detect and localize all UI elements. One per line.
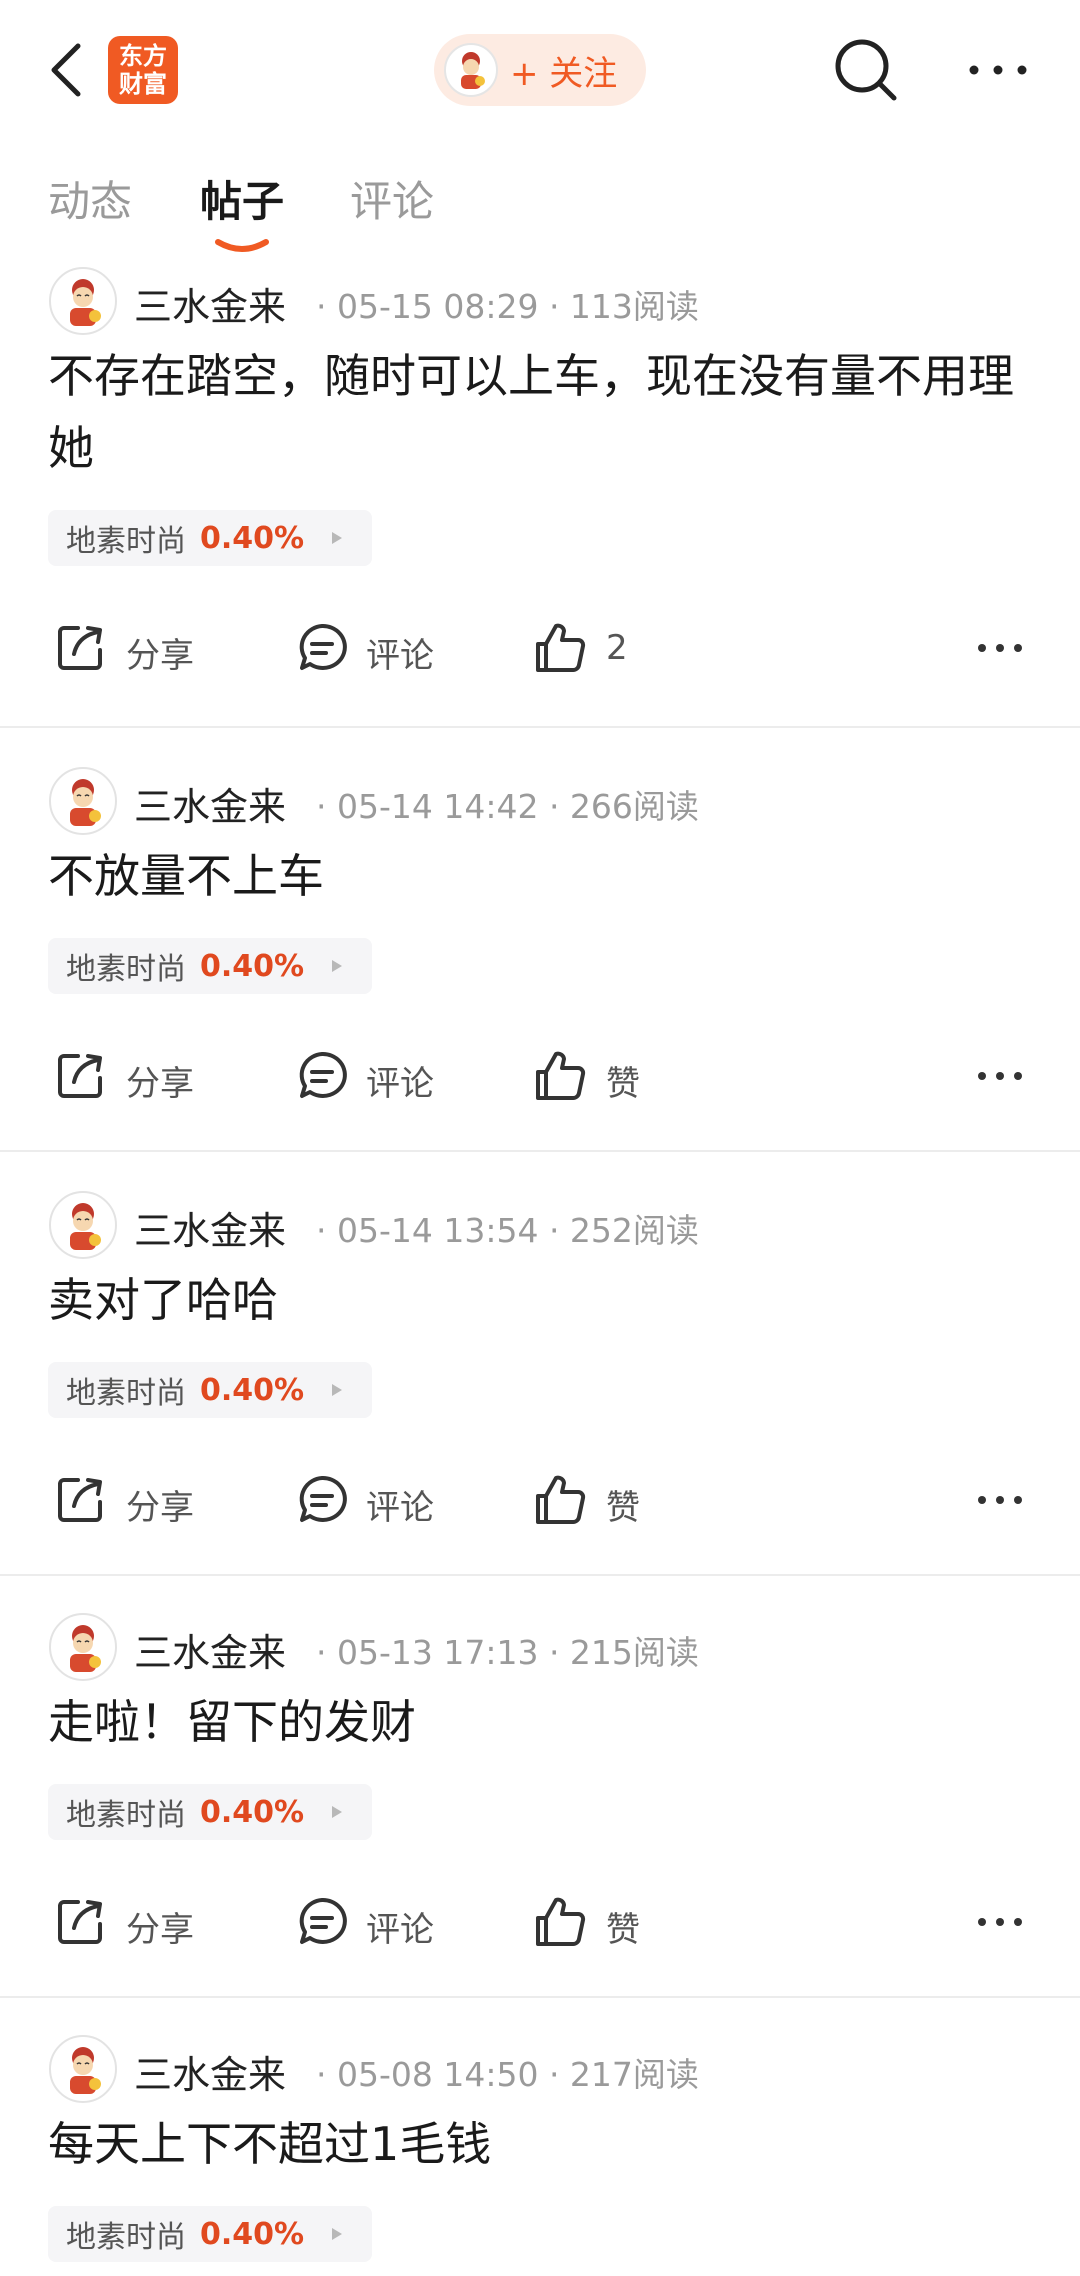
- thumbs-up-icon[interactable]: [532, 1894, 588, 1950]
- post-meta: · 05-15 08:29 · 113阅读: [316, 287, 699, 326]
- more-options-icon[interactable]: [976, 1914, 1024, 1928]
- like-button[interactable]: 2: [606, 628, 628, 668]
- post-meta: · 05-08 14:50 · 217阅读: [316, 2055, 699, 2094]
- share-icon[interactable]: [52, 620, 108, 676]
- share-button[interactable]: 分享: [126, 1480, 194, 1529]
- follow-label: + 关注: [510, 53, 618, 94]
- post-text[interactable]: 不放量不上车: [48, 840, 1038, 912]
- author-avatar[interactable]: [48, 1190, 118, 1260]
- like-button[interactable]: 赞: [606, 1480, 640, 1529]
- post-text[interactable]: 卖对了哈哈: [48, 1264, 1038, 1336]
- divider: [0, 726, 1080, 728]
- comment-icon[interactable]: [294, 1472, 350, 1528]
- top-bar: 东方 财富 + 关注: [0, 0, 1080, 140]
- tab-comments[interactable]: 评论: [350, 168, 434, 229]
- divider: [0, 1150, 1080, 1152]
- stock-tag[interactable]: 地素时尚 0.40%: [48, 2206, 372, 2262]
- comment-button[interactable]: 评论: [366, 1480, 434, 1529]
- post-actions: 分享 评论 赞: [0, 1890, 1080, 1960]
- stock-change: 0.40%: [200, 948, 305, 984]
- tab-dynamics[interactable]: 动态: [48, 168, 132, 229]
- stock-name: 地素时尚: [66, 952, 186, 987]
- post-actions: 分享 评论 2: [0, 616, 1080, 686]
- divider: [0, 1996, 1080, 1998]
- comment-icon[interactable]: [294, 620, 350, 676]
- stock-change: 0.40%: [200, 2216, 305, 2252]
- play-arrow-icon: [330, 1382, 344, 1398]
- author-avatar[interactable]: [48, 1612, 118, 1682]
- stock-name: 地素时尚: [66, 2220, 186, 2255]
- stock-name: 地素时尚: [66, 1376, 186, 1411]
- play-arrow-icon: [330, 1804, 344, 1820]
- search-icon[interactable]: [832, 36, 898, 102]
- more-options-icon[interactable]: [976, 1068, 1024, 1082]
- author-name[interactable]: 三水金来: [134, 776, 286, 831]
- stock-change: 0.40%: [200, 1794, 305, 1830]
- author-name[interactable]: 三水金来: [134, 1200, 286, 1255]
- like-button[interactable]: 赞: [606, 1902, 640, 1951]
- author-name[interactable]: 三水金来: [134, 276, 286, 331]
- play-arrow-icon: [330, 2226, 344, 2242]
- post-text[interactable]: 走啦！留下的发财: [48, 1686, 1038, 1758]
- app-logo: 东方 财富: [108, 36, 178, 104]
- comment-button[interactable]: 评论: [366, 628, 434, 677]
- stock-tag[interactable]: 地素时尚 0.40%: [48, 1784, 372, 1840]
- more-options-icon[interactable]: [976, 640, 1024, 654]
- stock-name: 地素时尚: [66, 524, 186, 559]
- post-actions: 分享 评论 赞: [0, 1044, 1080, 1114]
- post-item: 三水金来 · 05-13 17:13 · 215阅读走啦！留下的发财地素时尚 0.4…: [0, 1612, 1080, 1996]
- like-button[interactable]: 赞: [606, 1056, 640, 1105]
- tab-posts[interactable]: 帖子: [200, 168, 284, 229]
- comment-button[interactable]: 评论: [366, 1902, 434, 1951]
- active-tab-indicator: [215, 239, 269, 252]
- post-meta: · 05-14 14:42 · 266阅读: [316, 787, 699, 826]
- post-meta: · 05-13 17:13 · 215阅读: [316, 1633, 699, 1672]
- more-options-icon[interactable]: [976, 1492, 1024, 1506]
- thumbs-up-icon[interactable]: [532, 620, 588, 676]
- share-icon[interactable]: [52, 1048, 108, 1104]
- author-name[interactable]: 三水金来: [134, 2044, 286, 2099]
- stock-name: 地素时尚: [66, 1798, 186, 1833]
- comment-button[interactable]: 评论: [366, 1056, 434, 1105]
- share-button[interactable]: 分享: [126, 628, 194, 677]
- author-avatar[interactable]: [48, 766, 118, 836]
- play-arrow-icon: [330, 530, 344, 546]
- share-button[interactable]: 分享: [126, 1902, 194, 1951]
- post-item: 三水金来 · 05-14 13:54 · 252阅读卖对了哈哈地素时尚 0.40% 分…: [0, 1190, 1080, 1574]
- share-icon[interactable]: [52, 1472, 108, 1528]
- thumbs-up-icon[interactable]: [532, 1048, 588, 1104]
- post-actions: 分享 评论 赞: [0, 1468, 1080, 1538]
- more-options-icon[interactable]: [966, 50, 1030, 90]
- share-icon[interactable]: [52, 1894, 108, 1950]
- play-arrow-icon: [330, 958, 344, 974]
- logo-line1: 东方: [119, 42, 167, 70]
- post-item: 三水金来 · 05-08 14:50 · 217阅读每天上下不超过1毛钱地素时尚 0…: [0, 2034, 1080, 2276]
- post-text[interactable]: 不存在踏空，随时可以上车，现在没有量不用理她: [48, 340, 1038, 484]
- stock-change: 0.40%: [200, 1372, 305, 1408]
- follow-button[interactable]: + 关注: [434, 34, 646, 106]
- share-button[interactable]: 分享: [126, 1056, 194, 1105]
- stock-change: 0.40%: [200, 520, 305, 556]
- tab-bar: 动态 帖子 评论: [0, 150, 1080, 252]
- post-item: 三水金来 · 05-14 14:42 · 266阅读不放量不上车地素时尚 0.40%…: [0, 766, 1080, 1150]
- thumbs-up-icon[interactable]: [532, 1472, 588, 1528]
- user-avatar-icon: [444, 43, 498, 97]
- author-avatar[interactable]: [48, 2034, 118, 2104]
- comment-icon[interactable]: [294, 1048, 350, 1104]
- post-text[interactable]: 每天上下不超过1毛钱: [48, 2108, 1038, 2180]
- back-arrow-icon[interactable]: [44, 40, 88, 100]
- comment-icon[interactable]: [294, 1894, 350, 1950]
- stock-tag[interactable]: 地素时尚 0.40%: [48, 938, 372, 994]
- author-name[interactable]: 三水金来: [134, 1622, 286, 1677]
- post-meta: · 05-14 13:54 · 252阅读: [316, 1211, 699, 1250]
- stock-tag[interactable]: 地素时尚 0.40%: [48, 510, 372, 566]
- stock-tag[interactable]: 地素时尚 0.40%: [48, 1362, 372, 1418]
- author-avatar[interactable]: [48, 266, 118, 336]
- post-item: 三水金来 · 05-15 08:29 · 113阅读不存在踏空，随时可以上车，现在…: [0, 266, 1080, 726]
- divider: [0, 1574, 1080, 1576]
- logo-line2: 财富: [119, 70, 167, 98]
